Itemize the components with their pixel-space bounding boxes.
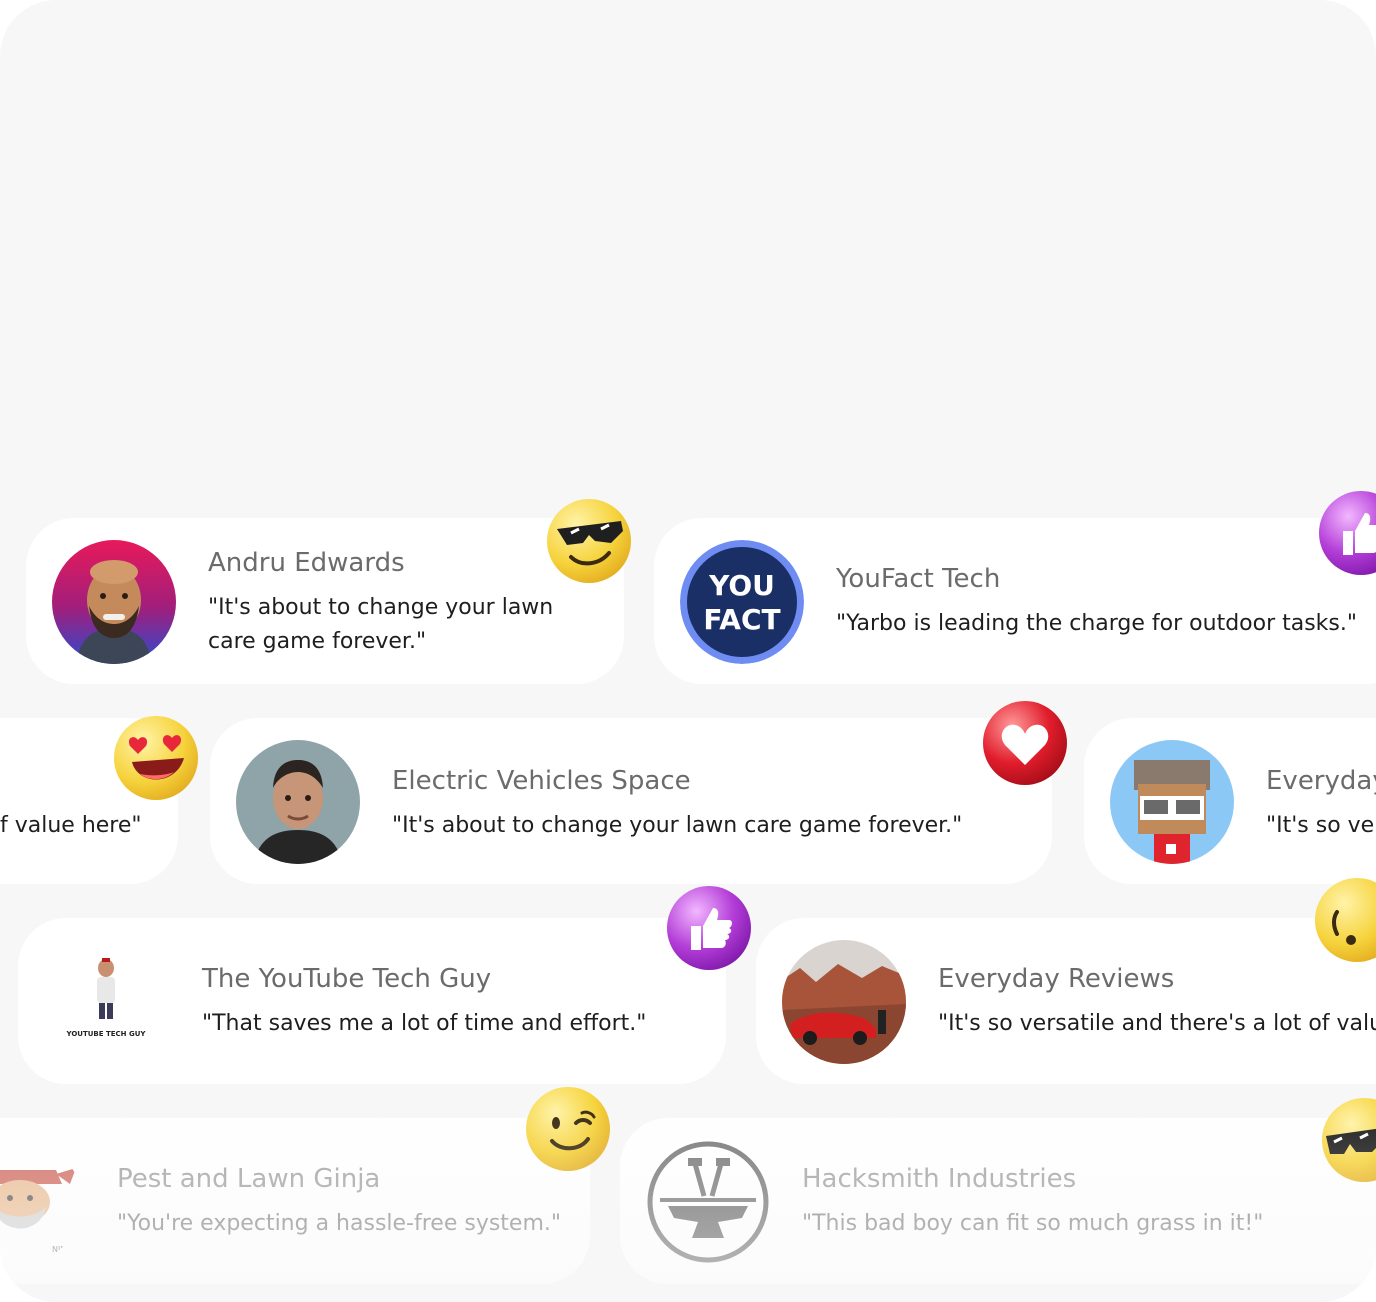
reviewer-name: The YouTube Tech Guy [202,964,492,994]
testimonial-quote: "This bad boy can fit so much grass in i… [802,1211,1264,1236]
testimonial-card-hacksmith-industries: Hacksmith Industries "This bad boy can f… [620,1118,1376,1284]
testimonial-card-youtube-tech-guy: YOUTUBE TECH GUY The YouTube Tech Guy "T… [18,918,726,1084]
sunglasses-emoji-icon [1322,1098,1376,1182]
reviewer-name: YouFact Tech [836,564,1001,594]
avatar-pest-and-lawn-ginja: NINJA [0,1140,82,1264]
testimonial-quote: "Yarbo is leading the charge for outdoor… [836,611,1357,636]
avatar-andru-edwards [52,540,176,664]
testimonial-quote: "That saves me a lot of time and effort.… [202,1011,647,1036]
reviewer-name: Everyday Reviews [938,964,1175,994]
youtube-tech-guy-logo-caption: YOUTUBE TECH GUY [66,1030,147,1038]
avatar-youtube-tech-guy: YOUTUBE TECH GUY [44,940,168,1064]
testimonial-quote: "You're expecting a hassle-free system." [117,1211,562,1236]
wink-emoji-icon [526,1087,610,1171]
reviewer-name: Everyday [1266,766,1376,796]
testimonial-card-youfact-tech: YOU FACT YouFact Tech "Yarbo is leading … [654,518,1376,684]
testimonial-quote-line-1: "It's about to change your lawn [208,595,554,620]
youfact-logo-line-2: FACT [703,603,780,636]
testimonial-card-pest-and-lawn-ginja: NINJA Pest and Lawn Ginja "You're expect… [0,1118,590,1284]
youfact-logo-line-1: YOU [708,569,775,602]
testimonial-card-andru-edwards: Andru Edwards "It's about to change your… [26,518,624,684]
heart-eyes-emoji-icon [114,716,198,800]
testimonial-quote: "It's so versatile and there's a lot of … [938,1011,1376,1036]
testimonial-card-everyday: Everyday "It's so ver [1084,718,1376,884]
thumbs-up-emoji-icon [1319,491,1376,575]
avatar-youfact-tech: YOU FACT [680,540,804,664]
sunglasses-emoji-icon [547,499,631,583]
testimonials-canvas: Andru Edwards "It's about to change your… [0,0,1376,1302]
testimonial-quote: "It's so ver [1266,813,1376,838]
reviewer-name: Hacksmith Industries [802,1164,1077,1194]
testimonial-card-everyday-reviews: Everyday Reviews "It's so versatile and … [756,918,1376,1084]
reviewer-name: Andru Edwards [208,548,405,578]
avatar-everyday-reviews [782,940,906,1064]
ginja-logo-caption: NINJA [52,1245,75,1254]
testimonial-quote-line-2: care game forever." [208,629,427,654]
reviewer-name: Pest and Lawn Ginja [117,1164,381,1194]
heart-emoji-icon [983,701,1067,785]
testimonial-card-electric-vehicles-space: Electric Vehicles Space "It's about to c… [210,718,1052,884]
reviewer-name: Electric Vehicles Space [392,766,691,796]
avatar-electric-vehicles-space [236,740,360,864]
avatar-everyday [1110,740,1234,864]
wink-emoji-icon [1315,878,1376,962]
testimonial-quote: f value here" [0,813,142,838]
thumbs-up-emoji-icon [667,886,751,970]
avatar-hacksmith-industries [646,1140,770,1264]
testimonial-quote: "It's about to change your lawn care gam… [392,813,963,838]
